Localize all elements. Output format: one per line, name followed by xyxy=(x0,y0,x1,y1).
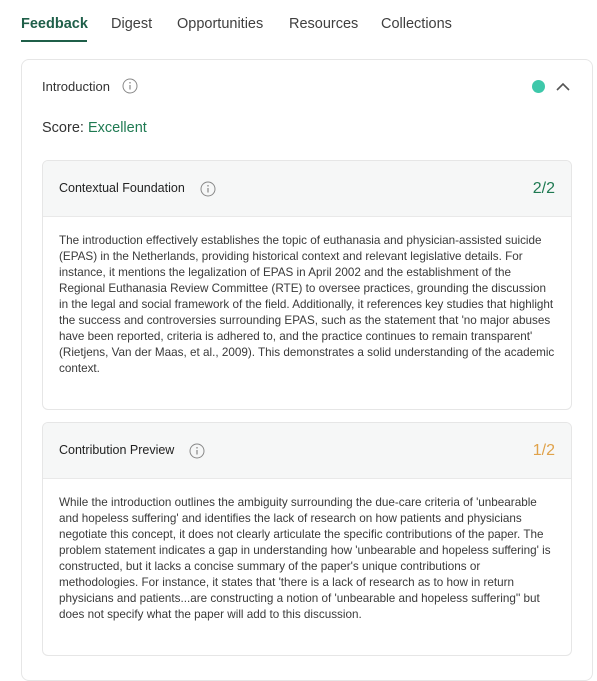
criterion-card: Contribution Preview 1/2 While the intro… xyxy=(42,422,572,656)
tab-feedback[interactable]: Feedback xyxy=(21,15,88,33)
card-score: 2/2 xyxy=(532,180,555,197)
tab-opportunities[interactable]: Opportunities xyxy=(177,15,263,33)
score-value: Excellent xyxy=(87,120,147,136)
tab-resources[interactable]: Resources xyxy=(289,15,358,33)
tab-bar: Feedback Digest Opportunities Resources … xyxy=(0,0,597,44)
score-label: Score: xyxy=(42,120,84,136)
tab-collections[interactable]: Collections xyxy=(381,15,452,33)
chevron-up-icon[interactable] xyxy=(555,79,571,95)
card-header: Contribution Preview 1/2 xyxy=(43,423,571,479)
section-title: Introduction xyxy=(42,79,110,94)
status-indicator xyxy=(532,80,545,93)
card-score: 1/2 xyxy=(532,442,555,459)
card-title: Contribution Preview xyxy=(59,443,175,457)
active-tab-indicator xyxy=(21,40,87,42)
info-icon[interactable] xyxy=(189,443,205,459)
info-icon[interactable] xyxy=(122,78,138,94)
card-header: Contextual Foundation 2/2 xyxy=(43,161,571,217)
info-icon[interactable] xyxy=(200,181,216,197)
criterion-card: Contextual Foundation 2/2 The introducti… xyxy=(42,160,572,410)
card-body: While the introduction outlines the ambi… xyxy=(59,496,551,621)
section-score: Score: Excellent xyxy=(42,119,147,137)
card-title: Contextual Foundation xyxy=(59,181,185,195)
card-body: The introduction effectively establishes… xyxy=(59,234,555,375)
tab-digest[interactable]: Digest xyxy=(111,15,152,33)
introduction-panel: Introduction Score: Excellent Contextual… xyxy=(21,59,593,681)
